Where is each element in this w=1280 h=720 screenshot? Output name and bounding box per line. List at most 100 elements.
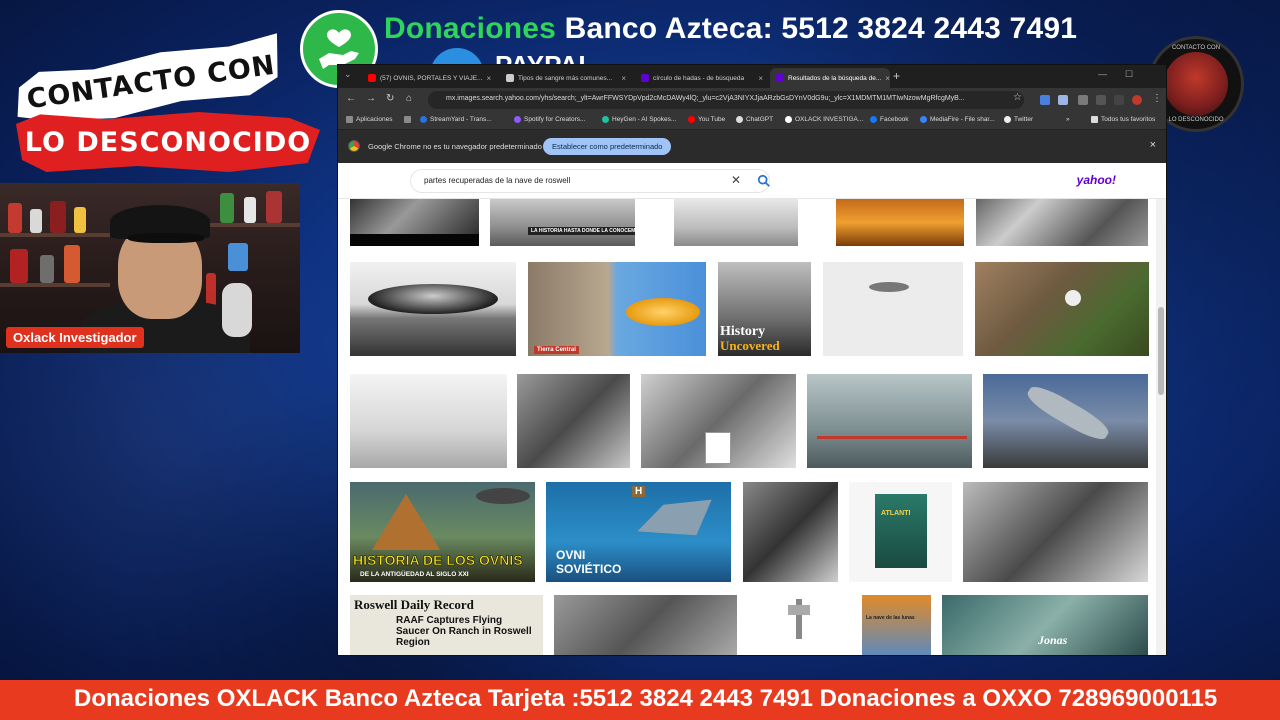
facebook-icon xyxy=(870,116,877,123)
oxlack-icon xyxy=(785,116,792,123)
all-bookmarks[interactable]: Todos tus favoritos xyxy=(1091,116,1155,123)
home-icon[interactable]: ⌂ xyxy=(406,93,412,104)
extension-translate-icon[interactable] xyxy=(1040,95,1050,105)
browser-window: (57) OVNIS, PORTALES Y VIAJE... × Tipos d… xyxy=(337,64,1167,656)
downloads-icon[interactable] xyxy=(1114,95,1124,105)
tab-blood-types[interactable]: Tipos de sangre más comunes... × xyxy=(500,68,632,88)
apps-grid-icon xyxy=(404,116,411,123)
image-result[interactable] xyxy=(554,595,737,655)
image-result[interactable] xyxy=(743,482,838,582)
minimize-button[interactable]: — xyxy=(1098,69,1107,79)
scrollbar-thumb[interactable] xyxy=(1158,307,1164,395)
streamyard-icon xyxy=(420,116,427,123)
yahoo-icon xyxy=(776,74,784,82)
tab-strip: (57) OVNIS, PORTALES Y VIAJE... × Tipos d… xyxy=(338,65,1166,88)
profile-avatar[interactable] xyxy=(1132,95,1142,105)
image-result[interactable] xyxy=(807,374,972,468)
clear-icon[interactable]: ✕ xyxy=(731,173,741,187)
close-tab-icon[interactable]: × xyxy=(885,74,890,83)
yahoo-logo[interactable]: yahoo! xyxy=(1077,173,1116,187)
image-results-grid: LA HISTORIA HASTA DONDE LA CONOCEMOS! Ti… xyxy=(338,199,1158,655)
bookmark-star-icon[interactable]: ☆ xyxy=(1013,92,1022,103)
bookmark-heygen[interactable]: HeyGen - AI Spokes... xyxy=(602,116,676,123)
image-result[interactable]: Jonas xyxy=(942,595,1148,655)
forward-icon[interactable]: → xyxy=(366,93,376,104)
image-result[interactable] xyxy=(963,482,1148,582)
browser-toolbar: ← → ↻ ⌂ mx.images.search.yahoo.com/yhs/s… xyxy=(338,88,1166,112)
image-result[interactable]: Roswell Daily Record RAAF Captures Flyin… xyxy=(350,595,543,655)
ticker-text: Donaciones OXLACK Banco Azteca Tarjeta :… xyxy=(74,685,1218,712)
bookmark-mediafire[interactable]: MediaFire - File shar... xyxy=(920,116,995,123)
image-result[interactable] xyxy=(983,374,1148,468)
badge-portrait xyxy=(1164,52,1228,116)
donation-ticker: Donaciones OXLACK Banco Azteca Tarjeta :… xyxy=(0,680,1280,720)
bookmark-streamyard[interactable] xyxy=(404,116,411,123)
image-result[interactable]: HISTORIA DE LOS OVNIS DE LA ANTIGÜEDAD A… xyxy=(350,482,535,582)
image-result[interactable] xyxy=(748,595,851,655)
image-result[interactable]: LA HISTORIA HASTA DONDE LA CONOCEMOS! xyxy=(490,199,635,246)
bookmark-facebook[interactable]: Facebook xyxy=(870,116,909,123)
bookmark-youtube[interactable]: You Tube xyxy=(688,116,725,123)
folder-icon xyxy=(1091,116,1098,123)
image-result[interactable] xyxy=(641,374,796,468)
page-icon xyxy=(506,74,514,82)
tab-youtube[interactable]: (57) OVNIS, PORTALES Y VIAJE... × xyxy=(362,68,497,88)
chatgpt-icon xyxy=(736,116,743,123)
bookmark-streamyard-link[interactable]: StreamYard - Trans... xyxy=(420,116,492,123)
reload-icon[interactable]: ↻ xyxy=(386,93,394,104)
channel-logo: CONTACTO CON LO DESCONOCIDO xyxy=(8,28,320,188)
donation-banner-text: Donaciones Banco Azteca: 5512 3824 2443 … xyxy=(384,12,1078,45)
heygen-icon xyxy=(602,116,609,123)
close-tab-icon[interactable]: × xyxy=(486,74,491,83)
apps-grid-icon xyxy=(346,116,353,123)
image-result[interactable]: H OVNI SOVIÉTICO xyxy=(546,482,731,582)
set-default-button[interactable]: Establecer como predeterminado xyxy=(543,138,672,155)
search-input[interactable]: partes recuperadas de la nave de roswell xyxy=(424,176,570,185)
image-result[interactable] xyxy=(350,199,479,246)
ufo-shape xyxy=(368,284,498,314)
search-box[interactable]: partes recuperadas de la nave de roswell… xyxy=(410,169,770,193)
sidebar-icon[interactable] xyxy=(1096,95,1106,105)
tab-search-results[interactable]: Resultados de la búsqueda de... × xyxy=(770,68,890,88)
youtube-icon xyxy=(368,74,376,82)
chrome-icon xyxy=(348,140,360,152)
tab-search-icon[interactable]: ⌄ xyxy=(344,69,352,80)
close-icon[interactable]: × xyxy=(1150,139,1156,151)
image-result[interactable] xyxy=(823,262,963,356)
search-icon[interactable] xyxy=(757,174,771,188)
image-result[interactable]: La nave de las lunas xyxy=(862,595,931,655)
bookmark-twitter[interactable]: Twitter xyxy=(1004,116,1033,123)
extensions-puzzle-icon[interactable] xyxy=(1078,95,1088,105)
image-result[interactable] xyxy=(976,199,1148,246)
image-result[interactable] xyxy=(975,262,1149,356)
image-result[interactable] xyxy=(674,199,798,246)
microphone xyxy=(222,283,252,337)
close-tab-icon[interactable]: × xyxy=(621,74,626,83)
logo-line2: LO DESCONOCIDO xyxy=(24,126,312,158)
image-result[interactable]: ATLANTI xyxy=(849,482,952,582)
name-tag: Oxlack Investigador xyxy=(6,327,144,348)
tab-fairy-circle[interactable]: círculo de hadas - de búsqueda × xyxy=(635,68,769,88)
yahoo-header: partes recuperadas de la nave de roswell… xyxy=(338,163,1166,199)
image-result[interactable]: History Uncovered xyxy=(718,262,811,356)
extension-icon[interactable] xyxy=(1058,95,1068,105)
bookmarks-overflow-icon[interactable]: » xyxy=(1066,116,1070,123)
new-tab-button[interactable]: + xyxy=(893,69,900,83)
image-result[interactable]: Tierra Central xyxy=(528,262,706,356)
bookmark-apps[interactable]: Aplicaciones xyxy=(346,116,393,123)
image-result[interactable] xyxy=(350,262,516,356)
address-bar[interactable]: mx.images.search.yahoo.com/yhs/search;_y… xyxy=(428,91,1024,109)
bookmark-chatgpt[interactable]: ChatGPT xyxy=(736,116,773,123)
menu-icon[interactable]: ⋮ xyxy=(1152,93,1162,104)
youtube-icon xyxy=(688,116,695,123)
bookmark-oxlack[interactable]: OXLACK INVESTIGA... xyxy=(785,116,863,123)
back-icon[interactable]: ← xyxy=(346,93,356,104)
image-result[interactable] xyxy=(350,374,507,468)
close-tab-icon[interactable]: × xyxy=(758,74,763,83)
mediafire-icon xyxy=(920,116,927,123)
page-scrollbar[interactable] xyxy=(1156,199,1166,655)
image-result[interactable] xyxy=(517,374,630,468)
image-result[interactable] xyxy=(836,199,964,246)
maximize-button[interactable]: ☐ xyxy=(1125,69,1133,80)
bookmark-spotify[interactable]: Spotify for Creators... xyxy=(514,116,585,123)
